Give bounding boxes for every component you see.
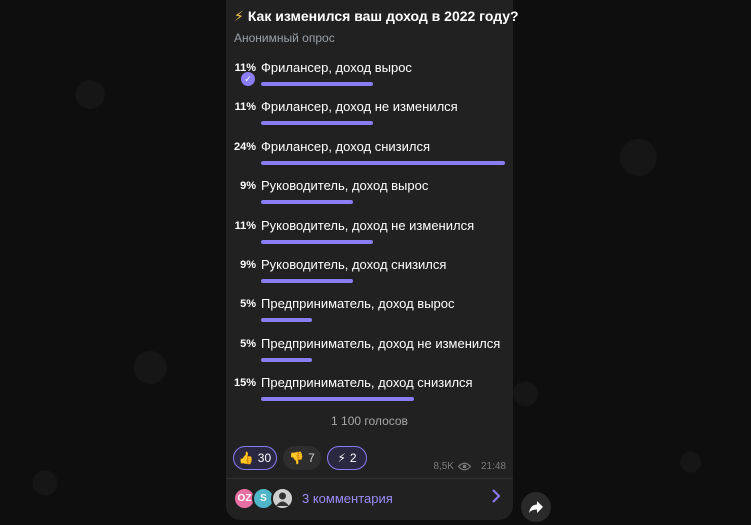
option-percent: 24%	[233, 140, 256, 153]
poll-type: Анонимный опрос	[234, 31, 335, 45]
option-result-bar	[261, 200, 353, 205]
comments-label: 3 комментария	[302, 491, 393, 506]
option-label: Руководитель, доход снизился	[261, 257, 447, 272]
avatar	[271, 487, 294, 510]
chevron-right-icon	[491, 489, 501, 508]
thumbs-up-icon: 👍	[238, 451, 254, 465]
message-time: 21:48	[480, 461, 506, 472]
option-percent: 11%	[234, 219, 256, 232]
option-result-bar	[261, 397, 414, 402]
eye-icon	[457, 462, 471, 471]
option-percent: 9%	[240, 259, 256, 271]
poll-option[interactable]: 9% Руководитель, доход вырос	[226, 178, 513, 216]
poll-title: ⚡ Как изменился ваш доход в 2022 году?	[234, 8, 519, 25]
poll-message-bubble: ⚡ Как изменился ваш доход в 2022 году? Ан…	[226, 0, 519, 520]
option-result-bar	[261, 318, 312, 323]
option-label: Руководитель, доход вырос	[261, 178, 429, 194]
reaction-count: 7	[308, 451, 315, 465]
option-result-bar	[261, 357, 312, 362]
option-result-bar	[261, 82, 373, 86]
poll-option[interactable]: 5% Предприниматель, доход вырос	[226, 296, 513, 334]
lightning-icon: ⚡	[234, 8, 244, 24]
reaction-thumbs-down[interactable]: 👎 7	[283, 446, 321, 470]
user-photo-icon	[276, 492, 289, 506]
option-label: Фрилансер, доход снизился	[261, 138, 431, 154]
reaction-count: 30	[257, 451, 272, 465]
total-votes[interactable]: 1 100 голосов	[226, 414, 513, 428]
option-result-bar	[261, 279, 353, 283]
poll-option[interactable]: 9% Руководитель, доход снизился	[226, 257, 513, 295]
poll-option[interactable]: 5% Предприниматель, доход не изменился	[226, 336, 513, 374]
option-label: Предприниматель, доход не изменился	[261, 335, 501, 351]
voted-check-icon: ✓	[241, 72, 255, 86]
option-label: Фрилансер, доход вырос	[261, 60, 412, 75]
option-label: Предприниматель, доход снизился	[261, 375, 473, 391]
option-percent: 9%	[240, 180, 256, 193]
thumbs-down-icon: 👎	[289, 451, 305, 465]
reaction-lightning[interactable]: ⚡ 2	[327, 446, 367, 470]
lightning-icon: ⚡	[337, 451, 346, 465]
message-meta: 8,5K 21:48	[433, 461, 506, 472]
poll-option[interactable]: 15% Предприниматель, доход снизился	[226, 375, 513, 413]
option-result-bar	[261, 239, 373, 244]
option-percent: 5%	[240, 298, 256, 311]
option-label: Руководитель, доход не изменился	[261, 217, 475, 233]
option-result-bar	[261, 160, 505, 165]
share-button[interactable]	[521, 492, 551, 522]
poll-option[interactable]: 11% Фрилансер, доход не изменился	[226, 99, 513, 137]
reaction-count: 2	[349, 451, 357, 465]
option-label: Предприниматель, доход вырос	[261, 296, 455, 312]
option-result-bar	[261, 121, 373, 126]
poll-option[interactable]: 11% Фрилансер, доход вырос ✓	[226, 60, 513, 98]
option-percent: 5%	[240, 337, 256, 350]
reaction-thumbs-up[interactable]: 👍 30	[233, 446, 277, 470]
poll-option[interactable]: 24% Фрилансер, доход снизился	[226, 139, 513, 177]
option-percent: 11%	[234, 101, 256, 114]
poll-title-text: Как изменился ваш доход в 2022 году?	[247, 8, 519, 24]
option-percent: 15%	[233, 377, 256, 390]
comments-button[interactable]: OZ S 3 комментария	[226, 479, 513, 519]
share-arrow-icon	[529, 501, 543, 513]
views-count: 8,5K	[433, 461, 454, 472]
poll-option[interactable]: 11% Руководитель, доход не изменился	[226, 218, 513, 256]
option-label: Фрилансер, доход не изменился	[261, 99, 458, 115]
